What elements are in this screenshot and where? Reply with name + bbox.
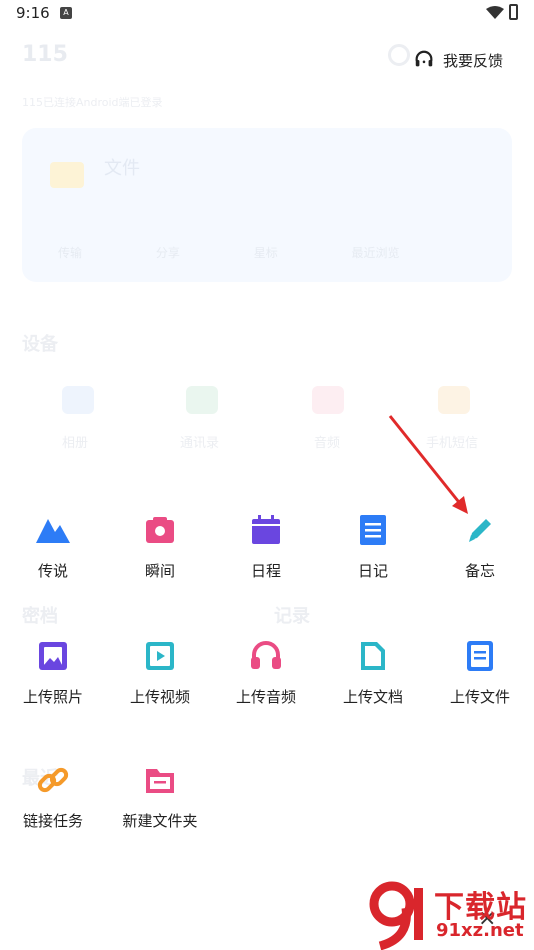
menu-item-upload-photo[interactable]: 上传照片	[3, 636, 103, 707]
watermark-logo-icon	[369, 881, 423, 950]
menu-label: 链接任务	[22, 812, 83, 830]
menu-label: 传说	[37, 562, 68, 580]
menu-item-new-folder[interactable]: 新建文件夹	[110, 760, 210, 831]
device-label-audio: 音频	[314, 436, 341, 451]
device-label-album: 相册	[62, 436, 89, 451]
audio-icon	[312, 386, 344, 414]
upload-video-icon	[140, 636, 180, 676]
annotation-arrow-icon	[388, 415, 468, 514]
device-label-contacts: 通讯录	[180, 436, 220, 451]
watermark-url: 91xz.net	[436, 920, 524, 941]
menu-item-legend[interactable]: 传说	[3, 510, 103, 581]
mountain-icon	[33, 510, 73, 550]
feedback-label: 我要反馈	[443, 51, 504, 70]
calendar-icon	[246, 510, 286, 550]
menu-label: 新建文件夹	[122, 812, 198, 830]
app-title: 115	[22, 42, 68, 67]
status-time: 9:16	[16, 4, 50, 22]
menu-item-link-task[interactable]: 链接任务	[3, 760, 103, 831]
files-card-actions: 传输 分享 星标 最近浏览	[58, 244, 400, 261]
menu-item-schedule[interactable]: 日程	[216, 510, 316, 581]
album-icon	[62, 386, 94, 414]
card-action-star: 星标	[253, 246, 278, 260]
menu-label: 上传照片	[22, 688, 83, 706]
watermark: 下载站 91xz.net	[366, 878, 534, 950]
search-icon	[388, 44, 410, 66]
battery-icon	[509, 4, 518, 20]
menu-label: 日记	[357, 562, 388, 580]
upload-photo-icon	[33, 636, 73, 676]
menu-label: 日程	[250, 562, 281, 580]
card-action-recent: 最近浏览	[351, 246, 400, 260]
menu-item-memo[interactable]: 备忘	[430, 510, 530, 581]
files-card: 文件 传输 分享 星标 最近浏览	[22, 128, 512, 282]
link-icon	[33, 760, 73, 800]
files-card-title: 文件	[104, 158, 140, 179]
menu-item-diary[interactable]: 日记	[323, 510, 423, 581]
section-vault: 密档	[22, 606, 58, 627]
contacts-icon	[186, 386, 218, 414]
status-bar: 9:16 A	[0, 0, 534, 28]
feedback-button[interactable]: 我要反馈	[413, 46, 503, 74]
menu-label: 上传文档	[342, 688, 403, 706]
menu-label: 备忘	[464, 562, 495, 580]
card-action-share: 分享	[155, 246, 180, 260]
diary-icon	[353, 510, 393, 550]
file-icon	[460, 636, 500, 676]
menu-item-upload-video[interactable]: 上传视频	[110, 636, 210, 707]
menu-label: 上传文件	[449, 688, 510, 706]
menu-label: 上传音频	[235, 688, 296, 706]
status-subtitle: 115已连接Android端已登录	[22, 96, 163, 109]
headset-icon	[415, 50, 433, 67]
pencil-icon	[460, 510, 500, 550]
wifi-icon	[486, 6, 504, 19]
menu-label: 上传视频	[129, 688, 190, 706]
document-icon	[353, 636, 393, 676]
notification-icon: A	[60, 7, 72, 19]
headphones-icon	[246, 636, 286, 676]
new-folder-icon	[140, 760, 180, 800]
folder-icon	[50, 162, 84, 188]
menu-item-upload-audio[interactable]: 上传音频	[216, 636, 316, 707]
section-records: 记录	[274, 606, 310, 627]
menu-item-upload-document[interactable]: 上传文档	[323, 636, 423, 707]
card-action-transfer: 传输	[58, 246, 83, 260]
menu-item-upload-file[interactable]: 上传文件	[430, 636, 530, 707]
menu-label: 瞬间	[144, 562, 175, 580]
camera-icon	[140, 510, 180, 550]
menu-item-moment[interactable]: 瞬间	[110, 510, 210, 581]
section-devices: 设备	[22, 334, 58, 355]
